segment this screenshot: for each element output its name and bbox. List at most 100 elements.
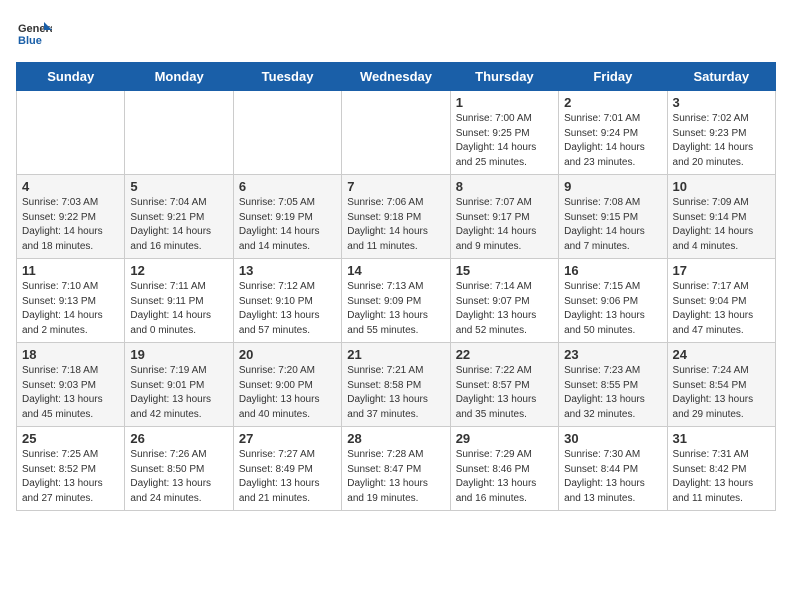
day-number: 9 bbox=[564, 179, 661, 194]
calendar-cell: 5 Sunrise: 7:04 AM Sunset: 9:21 PM Daylig… bbox=[125, 175, 233, 259]
day-info: Sunrise: 7:06 AM Sunset: 9:18 PM Dayligh… bbox=[347, 196, 444, 254]
calendar-cell: 6Sunrise: 7:05 AM Sunset: 9:19 PM Daylig… bbox=[233, 175, 341, 259]
day-info: Sunrise: 7:29 AM Sunset: 8:46 PM Dayligh… bbox=[456, 448, 553, 506]
day-info: Sunrise: 7:13 AM Sunset: 9:09 PM Dayligh… bbox=[347, 280, 444, 338]
calendar-cell: 17Sunrise: 7:17 AM Sunset: 9:04 PM Dayli… bbox=[667, 259, 775, 343]
day-number: 18 bbox=[22, 347, 119, 362]
calendar-table: SundayMondayTuesdayWednesdayThursdayFrid… bbox=[16, 62, 776, 511]
calendar-cell: 24 Sunrise: 7:24 AM Sunset: 8:54 PM Dayli… bbox=[667, 343, 775, 427]
calendar-cell: 14 Sunrise: 7:13 AM Sunset: 9:09 PM Dayli… bbox=[342, 259, 450, 343]
calendar-cell bbox=[233, 91, 341, 175]
col-header-thursday: Thursday bbox=[450, 63, 558, 91]
day-info: Sunrise: 7:18 AM Sunset: 9:03 PM Dayligh… bbox=[22, 364, 119, 422]
day-number: 3 bbox=[673, 95, 770, 110]
day-info: Sunrise: 7:05 AM Sunset: 9:19 PM Dayligh… bbox=[239, 196, 336, 254]
day-number: 8 bbox=[456, 179, 553, 194]
day-number: 29 bbox=[456, 431, 553, 446]
day-number: 10 bbox=[673, 179, 770, 194]
day-info: Sunrise: 7:20 AM Sunset: 9:00 PM Dayligh… bbox=[239, 364, 336, 422]
day-info: Sunrise: 7:01 AM Sunset: 9:24 PM Dayligh… bbox=[564, 112, 661, 170]
col-header-tuesday: Tuesday bbox=[233, 63, 341, 91]
day-info: Sunrise: 7:07 AM Sunset: 9:17 PM Dayligh… bbox=[456, 196, 553, 254]
day-number: 25 bbox=[22, 431, 119, 446]
day-number: 24 bbox=[673, 347, 770, 362]
calendar-cell: 29 Sunrise: 7:29 AM Sunset: 8:46 PM Dayli… bbox=[450, 427, 558, 511]
calendar-cell: 22 Sunrise: 7:22 AM Sunset: 8:57 PM Dayli… bbox=[450, 343, 558, 427]
day-number: 31 bbox=[673, 431, 770, 446]
calendar-cell: 27 Sunrise: 7:27 AM Sunset: 8:49 PM Dayli… bbox=[233, 427, 341, 511]
calendar-cell: 10 Sunrise: 7:09 AM Sunset: 9:14 PM Dayli… bbox=[667, 175, 775, 259]
col-header-wednesday: Wednesday bbox=[342, 63, 450, 91]
day-info: Sunrise: 7:09 AM Sunset: 9:14 PM Dayligh… bbox=[673, 196, 770, 254]
col-header-friday: Friday bbox=[559, 63, 667, 91]
day-number: 14 bbox=[347, 263, 444, 278]
calendar-cell bbox=[342, 91, 450, 175]
day-number: 26 bbox=[130, 431, 227, 446]
calendar-cell: 8 Sunrise: 7:07 AM Sunset: 9:17 PM Daylig… bbox=[450, 175, 558, 259]
day-info: Sunrise: 7:24 AM Sunset: 8:54 PM Dayligh… bbox=[673, 364, 770, 422]
calendar-cell: 9Sunrise: 7:08 AM Sunset: 9:15 PM Daylig… bbox=[559, 175, 667, 259]
day-info: Sunrise: 7:19 AM Sunset: 9:01 PM Dayligh… bbox=[130, 364, 227, 422]
col-header-sunday: Sunday bbox=[17, 63, 125, 91]
day-info: Sunrise: 7:12 AM Sunset: 9:10 PM Dayligh… bbox=[239, 280, 336, 338]
day-number: 1 bbox=[456, 95, 553, 110]
day-info: Sunrise: 7:21 AM Sunset: 8:58 PM Dayligh… bbox=[347, 364, 444, 422]
calendar-cell: 20 Sunrise: 7:20 AM Sunset: 9:00 PM Dayli… bbox=[233, 343, 341, 427]
calendar-cell: 11 Sunrise: 7:10 AM Sunset: 9:13 PM Dayli… bbox=[17, 259, 125, 343]
day-number: 27 bbox=[239, 431, 336, 446]
calendar-cell: 7 Sunrise: 7:06 AM Sunset: 9:18 PM Daylig… bbox=[342, 175, 450, 259]
day-info: Sunrise: 7:30 AM Sunset: 8:44 PM Dayligh… bbox=[564, 448, 661, 506]
day-number: 4 bbox=[22, 179, 119, 194]
day-info: Sunrise: 7:26 AM Sunset: 8:50 PM Dayligh… bbox=[130, 448, 227, 506]
calendar-cell bbox=[17, 91, 125, 175]
day-info: Sunrise: 7:03 AM Sunset: 9:22 PM Dayligh… bbox=[22, 196, 119, 254]
page-header: General Blue bbox=[16, 16, 776, 52]
calendar-cell: 28 Sunrise: 7:28 AM Sunset: 8:47 PM Dayli… bbox=[342, 427, 450, 511]
day-info: Sunrise: 7:00 AM Sunset: 9:25 PM Dayligh… bbox=[456, 112, 553, 170]
calendar-cell: 16Sunrise: 7:15 AM Sunset: 9:06 PM Dayli… bbox=[559, 259, 667, 343]
day-number: 19 bbox=[130, 347, 227, 362]
day-info: Sunrise: 7:17 AM Sunset: 9:04 PM Dayligh… bbox=[673, 280, 770, 338]
day-number: 22 bbox=[456, 347, 553, 362]
day-info: Sunrise: 7:27 AM Sunset: 8:49 PM Dayligh… bbox=[239, 448, 336, 506]
logo: General Blue bbox=[16, 16, 52, 52]
calendar-cell: 21 Sunrise: 7:21 AM Sunset: 8:58 PM Dayli… bbox=[342, 343, 450, 427]
day-number: 28 bbox=[347, 431, 444, 446]
day-info: Sunrise: 7:10 AM Sunset: 9:13 PM Dayligh… bbox=[22, 280, 119, 338]
svg-text:Blue: Blue bbox=[18, 35, 42, 47]
day-info: Sunrise: 7:22 AM Sunset: 8:57 PM Dayligh… bbox=[456, 364, 553, 422]
day-info: Sunrise: 7:02 AM Sunset: 9:23 PM Dayligh… bbox=[673, 112, 770, 170]
day-number: 2 bbox=[564, 95, 661, 110]
calendar-cell: 2 Sunrise: 7:01 AM Sunset: 9:24 PM Daylig… bbox=[559, 91, 667, 175]
logo-icon: General Blue bbox=[16, 16, 52, 52]
day-info: Sunrise: 7:23 AM Sunset: 8:55 PM Dayligh… bbox=[564, 364, 661, 422]
day-number: 23 bbox=[564, 347, 661, 362]
col-header-monday: Monday bbox=[125, 63, 233, 91]
calendar-cell: 1 Sunrise: 7:00 AM Sunset: 9:25 PM Daylig… bbox=[450, 91, 558, 175]
calendar-cell: 13 Sunrise: 7:12 AM Sunset: 9:10 PM Dayli… bbox=[233, 259, 341, 343]
calendar-cell: 30 Sunrise: 7:30 AM Sunset: 8:44 PM Dayli… bbox=[559, 427, 667, 511]
col-header-saturday: Saturday bbox=[667, 63, 775, 91]
calendar-cell: 12 Sunrise: 7:11 AM Sunset: 9:11 PM Dayli… bbox=[125, 259, 233, 343]
day-info: Sunrise: 7:11 AM Sunset: 9:11 PM Dayligh… bbox=[130, 280, 227, 338]
day-info: Sunrise: 7:15 AM Sunset: 9:06 PM Dayligh… bbox=[564, 280, 661, 338]
day-number: 20 bbox=[239, 347, 336, 362]
day-info: Sunrise: 7:14 AM Sunset: 9:07 PM Dayligh… bbox=[456, 280, 553, 338]
calendar-cell: 4 Sunrise: 7:03 AM Sunset: 9:22 PM Daylig… bbox=[17, 175, 125, 259]
day-number: 13 bbox=[239, 263, 336, 278]
day-number: 7 bbox=[347, 179, 444, 194]
calendar-cell: 3 Sunrise: 7:02 AM Sunset: 9:23 PM Daylig… bbox=[667, 91, 775, 175]
day-info: Sunrise: 7:04 AM Sunset: 9:21 PM Dayligh… bbox=[130, 196, 227, 254]
day-number: 30 bbox=[564, 431, 661, 446]
calendar-cell bbox=[125, 91, 233, 175]
calendar-cell: 23 Sunrise: 7:23 AM Sunset: 8:55 PM Dayli… bbox=[559, 343, 667, 427]
day-number: 12 bbox=[130, 263, 227, 278]
day-number: 21 bbox=[347, 347, 444, 362]
calendar-cell: 15Sunrise: 7:14 AM Sunset: 9:07 PM Dayli… bbox=[450, 259, 558, 343]
day-info: Sunrise: 7:28 AM Sunset: 8:47 PM Dayligh… bbox=[347, 448, 444, 506]
day-number: 11 bbox=[22, 263, 119, 278]
calendar-cell: 25 Sunrise: 7:25 AM Sunset: 8:52 PM Dayli… bbox=[17, 427, 125, 511]
calendar-cell: 19 Sunrise: 7:19 AM Sunset: 9:01 PM Dayli… bbox=[125, 343, 233, 427]
day-info: Sunrise: 7:25 AM Sunset: 8:52 PM Dayligh… bbox=[22, 448, 119, 506]
day-number: 5 bbox=[130, 179, 227, 194]
